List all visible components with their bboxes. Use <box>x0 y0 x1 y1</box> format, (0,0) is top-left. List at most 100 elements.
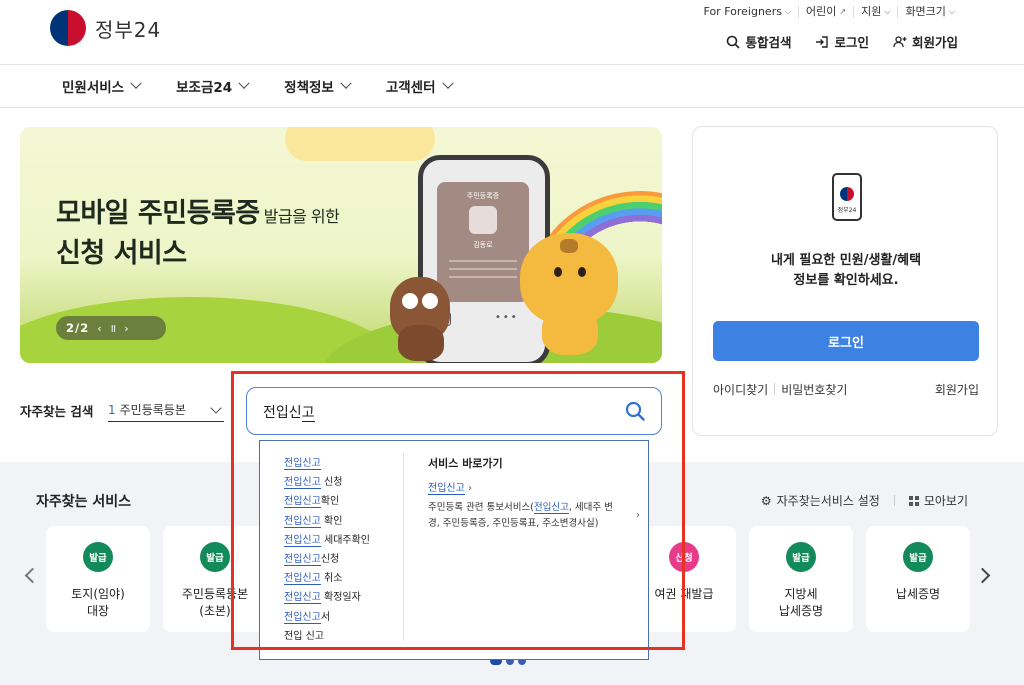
screen-size-menu[interactable]: 화면크기 ⌵ <box>897 6 962 18</box>
search-icon[interactable] <box>625 401 645 421</box>
login-message: 내게 필요한 민원/생활/혜택 정보를 확인하세요. <box>693 251 999 291</box>
service-card[interactable]: 발급 주민등록등본 (초본) <box>163 526 267 632</box>
promo-banner[interactable]: 모바일 주민등록증 발급을 위한 신청 서비스 주민등록증 김동로 ••• 2/2… <box>20 127 662 363</box>
prev-slide-button[interactable]: ‹ <box>97 322 101 335</box>
nav-label: 보조금24 <box>176 80 233 96</box>
desc-highlight: 전입신고 <box>533 502 569 514</box>
support-menu[interactable]: 지원 ⌵ <box>853 6 897 18</box>
kids-link[interactable]: 어린이 ↗ <box>798 6 853 18</box>
chevron-down-icon: ⌵ <box>948 7 955 16</box>
suggestion-rest: 확인 <box>320 496 340 508</box>
site-logo[interactable]: 정부24 <box>50 10 161 46</box>
suggestion-highlight: 전입신고 <box>284 477 321 490</box>
section-title: 자주찾는 서비스 <box>36 494 132 510</box>
nav-label: 정책정보 <box>284 80 334 96</box>
find-password-link[interactable]: 비밀번호찾기 <box>781 381 847 398</box>
autocomplete-dropdown: 전입신고 전입신고 신청 전입신고확인 전입신고 확인 전입신고 세대주확인 전입신고신청… <box>259 440 649 660</box>
add-user-icon <box>893 35 907 47</box>
login-links: 아이디찾기 비밀번호찾기 회원가입 <box>713 381 979 398</box>
chevron-down-icon <box>238 77 250 89</box>
service-name: 지방세 납세증명 <box>778 587 824 618</box>
signup-link[interactable]: 회원가입 <box>935 381 979 398</box>
suggestion-rest: 확정일자 <box>320 592 361 604</box>
suggestion-rest: 신청 <box>320 554 340 566</box>
rank-number: 1 <box>108 402 116 417</box>
suggestion-highlight: 전입신고 <box>284 515 321 528</box>
shortcut-title: 서비스 바로가기 <box>428 457 503 470</box>
next-slide-button[interactable]: › <box>124 322 128 335</box>
issue-badge: 발급 <box>903 542 933 572</box>
apply-badge: 신청 <box>669 542 699 572</box>
card-name: 김동로 <box>473 241 493 249</box>
suggestion-rest: 확인 <box>320 515 343 527</box>
chevron-right-icon: › <box>468 483 472 494</box>
gear-icon: ⚙ <box>760 493 772 508</box>
suggestion-highlight: 전입신고 <box>284 592 321 605</box>
suggestion-highlight: 전입신고 <box>284 554 321 567</box>
login-message-line2: 정보를 확인하세요. <box>793 273 899 288</box>
service-name: 주민등록등본 (초본) <box>181 587 249 618</box>
search-text-prefix: 전입신 <box>263 405 302 421</box>
for-foreigners-link[interactable]: For Foreigners ⌵ <box>697 6 799 18</box>
search-input[interactable]: 전입신고 <box>246 387 662 435</box>
suggestion-item[interactable]: 전입신고 확인 <box>284 512 370 531</box>
grid-icon <box>908 495 919 506</box>
service-card[interactable]: 발급 지방세 납세증명 <box>749 526 853 632</box>
logo-text: 정부24 <box>95 17 162 42</box>
nav-subsidy24[interactable]: 보조금24 <box>176 76 250 96</box>
service-settings-button[interactable]: ⚙ 자주찾는서비스 설정 <box>761 492 880 509</box>
banner-title-line1: 모바일 주민등록증 <box>56 198 260 229</box>
suggestion-item[interactable]: 전입신고 신청 <box>284 473 370 492</box>
service-card[interactable]: 발급 납세증명 <box>866 526 970 632</box>
suggestion-highlight: 전입신고 <box>284 458 321 470</box>
suggestion-item[interactable]: 전입신고신청 <box>284 550 370 569</box>
divider <box>403 453 404 641</box>
collect-view-button[interactable]: 모아보기 <box>908 492 968 509</box>
issue-badge: 발급 <box>83 542 113 572</box>
find-id-link[interactable]: 아이디찾기 <box>713 381 768 398</box>
suggestion-rest: 전입 신고 <box>284 630 324 642</box>
id-card-illustration: 주민등록증 김동로 <box>437 182 529 302</box>
pause-button[interactable]: ॥ <box>110 321 117 336</box>
suggestion-item[interactable]: 전입신고 확정일자 <box>284 588 370 607</box>
divider <box>893 495 895 506</box>
login-label: 로그인 <box>834 35 869 50</box>
banner-counter: 2/2 <box>66 321 90 335</box>
service-card[interactable]: 발급 토지(임야) 대장 <box>46 526 150 632</box>
frequent-search-select[interactable]: 1 주민등록등본 <box>108 398 224 422</box>
avatar-icon <box>469 206 497 234</box>
suggestion-item[interactable]: 전입신고 세대주확인 <box>284 531 370 550</box>
chevron-down-icon <box>340 77 352 89</box>
login-link[interactable]: 로그인 <box>815 32 869 51</box>
external-link-icon: ↗ <box>839 7 847 16</box>
phone-dots-icon: ••• <box>495 312 519 323</box>
shortcut-link[interactable]: 전입신고 › <box>428 479 628 495</box>
search-text-composing: 고 <box>301 405 315 422</box>
suggestion-item[interactable]: 전입신고 취소 <box>284 569 370 588</box>
shortcut-link-label: 전입신고 <box>428 483 465 495</box>
card-line <box>449 268 517 270</box>
service-shortcut-panel: 서비스 바로가기 전입신고 › 주민등록 관련 통보서비스(전입신고, 세대주 … <box>428 455 640 532</box>
login-button[interactable]: 로그인 <box>713 321 979 361</box>
login-card: 정부24 내게 필요한 민원/생활/혜택 정보를 확인하세요. 로그인 아이디찾… <box>692 126 998 436</box>
issue-badge: 발급 <box>786 542 816 572</box>
signup-link[interactable]: 회원가입 <box>893 32 958 51</box>
suggestion-item[interactable]: 전입 신고 <box>284 627 370 646</box>
nav-civil-service[interactable]: 민원서비스 <box>62 76 142 96</box>
suggestion-highlight: 전입신고 <box>284 534 321 547</box>
suggestion-item[interactable]: 전입신고 <box>284 454 370 473</box>
service-name: 납세증명 <box>895 587 941 601</box>
nav-policy-info[interactable]: 정책정보 <box>284 76 352 96</box>
for-foreigners-label: For Foreigners <box>703 5 782 18</box>
main-nav: 민원서비스 보조금24 정책정보 고객센터 <box>0 64 1024 108</box>
login-message-line1: 내게 필요한 민원/생활/혜택 <box>770 253 922 268</box>
chevron-down-icon: ⌵ <box>784 7 792 16</box>
banner-controls: 2/2 ‹ ॥ › <box>56 316 166 340</box>
search-icon <box>727 35 741 49</box>
integrated-search-link[interactable]: 통합검색 <box>726 32 791 51</box>
card-line <box>449 276 517 278</box>
suggestion-item[interactable]: 전입신고확인 <box>284 492 370 511</box>
suggestion-item[interactable]: 전입신고서 <box>284 608 370 627</box>
nav-customer-center[interactable]: 고객센터 <box>386 76 454 96</box>
shortcut-description[interactable]: 주민등록 관련 통보서비스(전입신고, 세대주 변경, 주민등록증, 주민등록표… <box>428 500 640 532</box>
